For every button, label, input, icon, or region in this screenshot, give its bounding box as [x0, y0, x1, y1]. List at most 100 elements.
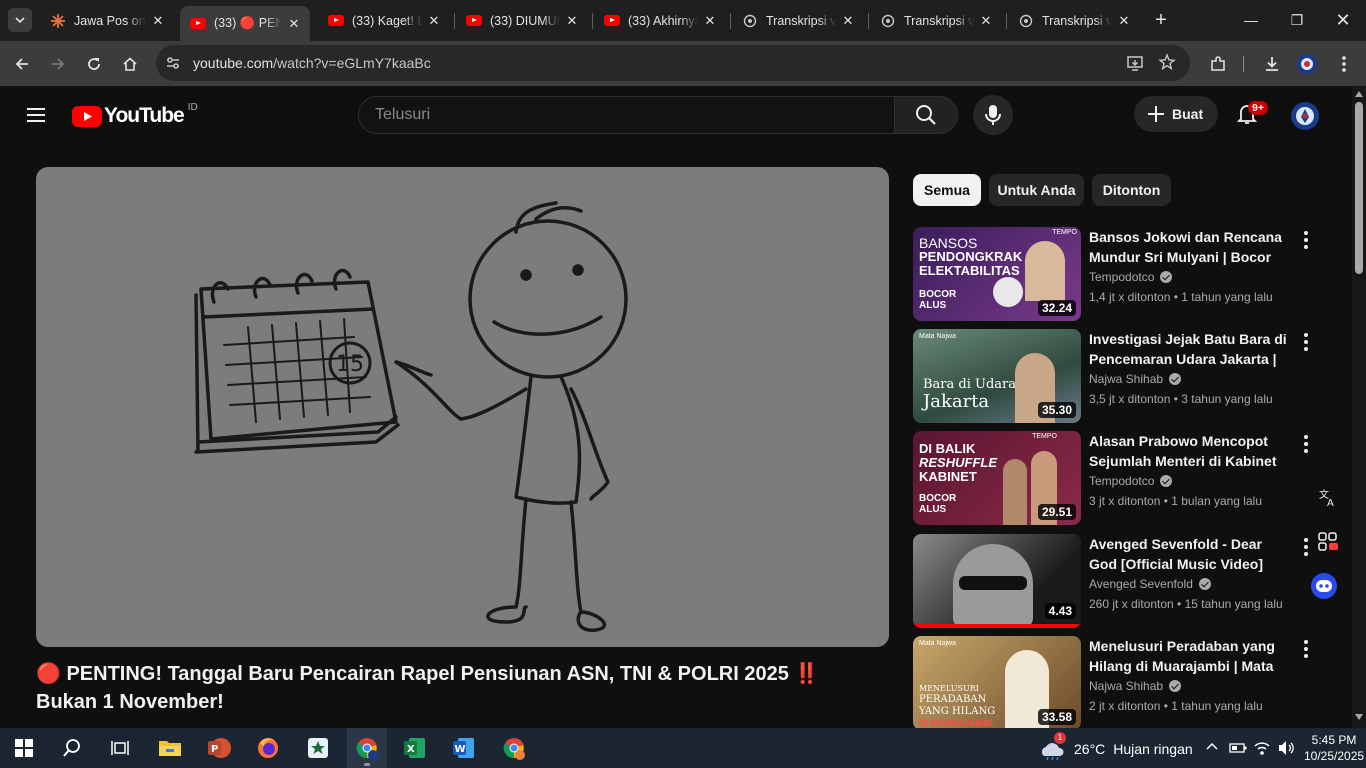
translate-icon: 文A	[1319, 488, 1334, 508]
chip-untuk-anda[interactable]: Untuk Anda	[989, 174, 1084, 206]
word-icon[interactable]: W	[450, 734, 478, 762]
install-app-icon[interactable]	[1126, 54, 1144, 77]
video-thumbnail[interactable]: TEMPO BANSOS PENDONGKRAK ELEKTABILITAS B…	[913, 227, 1081, 321]
profile-avatar[interactable]	[1295, 52, 1319, 76]
recommendation-item[interactable]: Mata Najwa Bara di Udara Jakarta 35.30 I…	[913, 329, 1323, 423]
new-tab-icon[interactable]: +	[1150, 9, 1172, 31]
recommendation-item[interactable]: Mata Najwa MENELUSURI PERADABAN YANG HIL…	[913, 636, 1323, 728]
thumbnail-text: PENDONGKRAK	[919, 249, 1023, 264]
close-tab-icon[interactable]: ✕	[426, 13, 442, 29]
recommendation-item[interactable]: 4.43 Avenged Sevenfold - Dear God [Offic…	[913, 534, 1323, 628]
channel-name[interactable]: Avenged Sevenfold	[1089, 577, 1211, 591]
browser-tab-4[interactable]: (33) Akhirnya ✕	[594, 6, 726, 35]
video-thumbnail[interactable]: 4.43	[913, 534, 1081, 628]
volume-icon[interactable]	[1277, 740, 1295, 761]
browser-tab-1[interactable]: (33) 🔴 PENTING! Tanggal Baru ✕	[180, 6, 310, 41]
close-tab-icon[interactable]: ✕	[840, 13, 856, 29]
channel-name[interactable]: Tempodotco	[1089, 270, 1173, 284]
youtube-logo[interactable]: YouTube ID	[72, 102, 198, 128]
firefox-icon[interactable]	[254, 734, 282, 762]
chip-semua[interactable]: Semua	[913, 174, 981, 206]
browser-tab-7[interactable]: Transkripsi video ✕	[1008, 6, 1140, 35]
thumbnail-text: MENELUSURI	[919, 684, 979, 693]
page-scrollbar[interactable]	[1352, 86, 1366, 728]
minimize-icon[interactable]: —	[1240, 9, 1262, 31]
video-player[interactable]: 15	[36, 167, 889, 647]
create-button[interactable]: Buat	[1134, 96, 1218, 132]
scrollbar-thumb[interactable]	[1355, 102, 1363, 274]
system-clock[interactable]: 5:45 PM 10/25/2025	[1304, 732, 1364, 764]
recommendation-item[interactable]: TEMPO BANSOS PENDONGKRAK ELEKTABILITAS B…	[913, 227, 1323, 321]
channel-name[interactable]: Najwa Shihab	[1089, 679, 1182, 693]
home-icon[interactable]	[118, 52, 142, 76]
chevron-up-icon[interactable]	[1205, 740, 1219, 759]
bookmark-star-icon[interactable]	[1158, 53, 1176, 76]
file-explorer-icon[interactable]	[156, 734, 184, 762]
close-tab-icon[interactable]: ✕	[564, 13, 580, 29]
browser-tab-2[interactable]: (33) Kaget! BKN ✕	[318, 6, 450, 35]
browser-tab-6[interactable]: Transkripsi video ✕	[870, 6, 1002, 35]
powerpoint-icon[interactable]: P	[205, 734, 233, 762]
more-actions-icon[interactable]	[1299, 638, 1313, 660]
back-icon[interactable]	[10, 52, 34, 76]
video-thumbnail[interactable]: Mata Najwa MENELUSURI PERADABAN YANG HIL…	[913, 636, 1081, 728]
translate-button[interactable]: 文A	[1308, 484, 1348, 512]
more-actions-icon[interactable]	[1299, 433, 1313, 455]
close-tab-icon[interactable]: ✕	[1116, 13, 1132, 29]
thumbnail-text: KABINET	[919, 469, 977, 484]
video-thumbnail[interactable]: Mata Najwa Bara di Udara Jakarta 35.30	[913, 329, 1081, 423]
guide-menu-icon[interactable]	[24, 103, 48, 132]
wifi-icon[interactable]	[1253, 740, 1271, 761]
search-input[interactable]	[359, 97, 859, 133]
youtube-icon	[190, 16, 206, 32]
search-button[interactable]	[894, 96, 958, 134]
browser-menu-icon[interactable]	[1332, 52, 1356, 76]
recommendation-title[interactable]: Avenged Sevenfold - Dear God [Official M…	[1089, 534, 1287, 574]
more-actions-icon[interactable]	[1299, 229, 1313, 251]
browser-tab-3[interactable]: (33) DIUMUMKAN ✕	[456, 6, 588, 35]
weather-widget[interactable]: 1 26°C Hujan ringan	[1040, 732, 1193, 761]
apps-grid-button[interactable]	[1308, 527, 1348, 557]
chrome-profile-icon[interactable]	[500, 734, 528, 762]
chip-ditonton[interactable]: Ditonton	[1092, 174, 1171, 206]
recommendation-title[interactable]: Menelusuri Peradaban yang Hilang di Muar…	[1089, 636, 1287, 676]
scroll-down-icon[interactable]	[1355, 714, 1363, 720]
recommendation-title[interactable]: Investigasi Jejak Batu Bara di Pencemara…	[1089, 329, 1287, 369]
tab-search-button[interactable]	[8, 8, 32, 32]
voice-search-button[interactable]	[973, 95, 1013, 135]
account-avatar[interactable]	[1290, 101, 1320, 136]
recommendation-item[interactable]: TEMPO DI BALIK RESHUFFLE KABINET BOCOR A…	[913, 431, 1323, 525]
window-close-icon[interactable]: ✕	[1332, 9, 1354, 31]
site-info-icon[interactable]	[165, 55, 181, 76]
address-bar[interactable]: youtube.com/watch?v=eGLmY7kaaBc	[156, 45, 1190, 81]
tab-title: Transkripsi video	[766, 13, 836, 28]
forward-icon[interactable]	[46, 52, 70, 76]
scroll-up-icon[interactable]	[1355, 91, 1363, 97]
restore-icon[interactable]: ❐	[1286, 9, 1308, 31]
reload-icon[interactable]	[82, 52, 106, 76]
chrome-icon[interactable]	[353, 734, 381, 762]
extensions-icon[interactable]	[1206, 52, 1230, 76]
close-tab-icon[interactable]: ✕	[150, 13, 166, 29]
windows-start-icon[interactable]	[10, 734, 38, 762]
channel-name[interactable]: Najwa Shihab	[1089, 372, 1182, 386]
close-tab-icon[interactable]: ✕	[286, 16, 302, 32]
recommendation-title[interactable]: Bansos Jokowi dan Rencana Mundur Sri Mul…	[1089, 227, 1287, 267]
browser-toolbar: youtube.com/watch?v=eGLmY7kaaBc	[0, 41, 1366, 86]
video-thumbnail[interactable]: TEMPO DI BALIK RESHUFFLE KABINET BOCOR A…	[913, 431, 1081, 525]
battery-icon[interactable]	[1229, 741, 1247, 759]
task-view-icon[interactable]	[106, 734, 134, 762]
more-actions-icon[interactable]	[1299, 331, 1313, 353]
excel-icon[interactable]: X	[401, 734, 429, 762]
url-text: youtube.com/watch?v=eGLmY7kaaBc	[193, 55, 431, 71]
close-tab-icon[interactable]: ✕	[978, 13, 994, 29]
recommendation-title[interactable]: Alasan Prabowo Mencopot Sejumlah Menteri…	[1089, 431, 1287, 471]
channel-name[interactable]: Tempodotco	[1089, 474, 1173, 488]
search-icon[interactable]	[58, 734, 86, 762]
assistant-bot-button[interactable]	[1311, 573, 1337, 599]
browser-tab-0[interactable]: Jawa Pos online ✕	[40, 6, 174, 35]
download-icon[interactable]	[1260, 52, 1284, 76]
browser-tab-5[interactable]: Transkripsi video ✕	[732, 6, 864, 35]
sticky-app-icon[interactable]	[304, 734, 332, 762]
close-tab-icon[interactable]: ✕	[702, 13, 718, 29]
